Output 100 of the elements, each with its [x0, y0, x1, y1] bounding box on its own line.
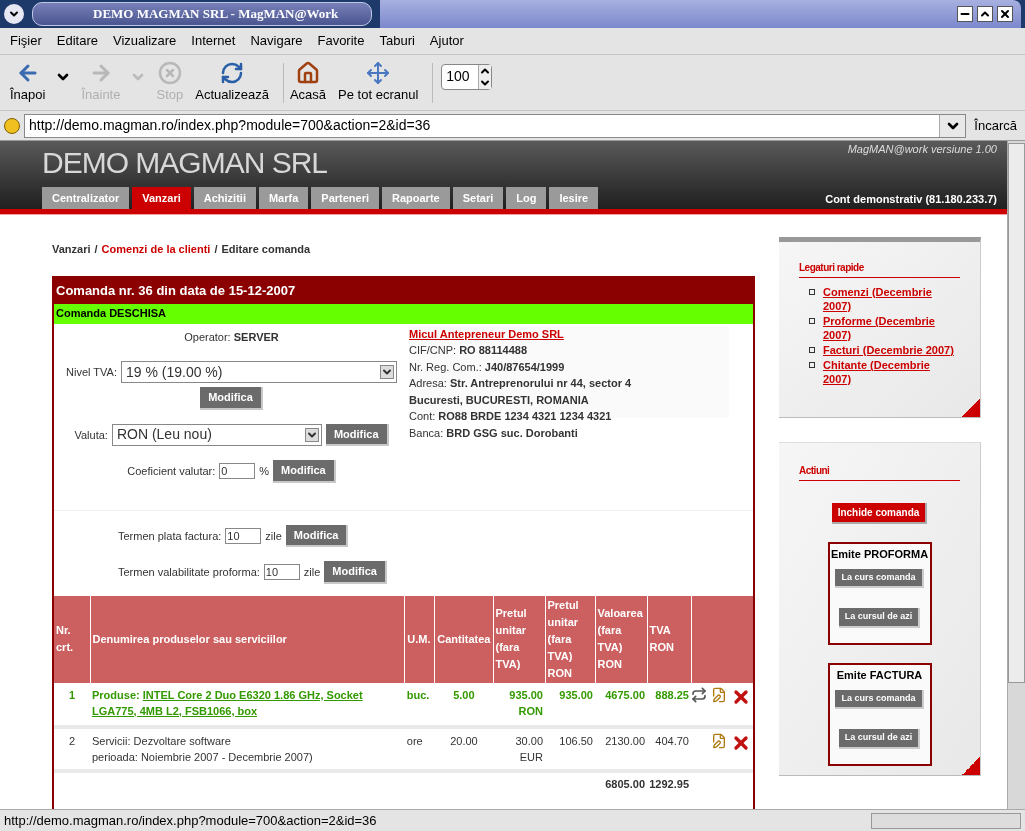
issue-button[interactable]: La curs comanda [835, 568, 924, 588]
address-field[interactable]: http://demo.magman.ro/index.php?module=700&action=2&id=36 [24, 113, 967, 138]
input-field[interactable]: 10 [263, 564, 300, 581]
client-info-line: Nr. Reg. Com.: J40/87654/1999 [409, 359, 566, 375]
issue-button[interactable]: La curs comanda [835, 689, 924, 709]
table-cell: 404.70 [647, 726, 691, 771]
scrollbar[interactable] [1007, 141, 1025, 809]
convert-icon[interactable] [691, 686, 707, 703]
menu-item[interactable]: Vizualizare [113, 31, 177, 51]
group-title: Emite PROFORMA [830, 547, 929, 562]
table-cell: 4675.00 [595, 682, 647, 727]
window-menu-icon[interactable] [4, 4, 24, 24]
select-field[interactable]: RON (Leu nou) [111, 423, 322, 446]
menu-item[interactable]: Editare [56, 31, 98, 51]
breadcrumb-separator: / [214, 242, 218, 257]
table-cell: 30.00 [515, 734, 543, 747]
input-field[interactable]: 0 [219, 463, 256, 480]
fullscreen-button[interactable]: Pe tot ecranul [336, 60, 421, 105]
order-title: Comanda nr. 36 din data de 15-12-2007 [54, 277, 753, 304]
menu-item[interactable]: Internet [191, 31, 236, 51]
table-cell: 2 [54, 726, 90, 771]
close-order-button[interactable]: Inchide comanda [831, 503, 928, 524]
currency-label: EUR [519, 750, 543, 763]
column-header: Pretul unitar (fara TVA) RON [545, 595, 595, 683]
unit-label: zile [303, 565, 321, 580]
client-info-line: Cont: RO88 BRDE 1234 4321 1234 4321 [409, 409, 613, 424]
minimize-icon[interactable] [957, 6, 973, 22]
quick-link[interactable]: Chitante (Decembrie 2007) [823, 358, 960, 386]
nav-tab[interactable]: Vanzari [132, 187, 191, 209]
panel-heading: Actiuni [799, 463, 960, 481]
field-label: Valuta: [74, 427, 108, 443]
item-period: perioada: Noiembrie 2007 - Decembrie 2007) [92, 750, 313, 763]
menu-item[interactable]: Fişier [10, 31, 42, 51]
fullscreen-icon [366, 60, 391, 85]
home-button[interactable]: Acasă [287, 60, 329, 105]
edit-icon[interactable] [711, 686, 727, 703]
column-header: TVA RON [647, 595, 691, 683]
modify-button[interactable]: Modifica [324, 561, 387, 584]
operator-value: SERVER [233, 330, 279, 343]
dropdown-caret-icon[interactable] [379, 365, 394, 379]
history-caret-icon[interactable] [939, 114, 966, 137]
select-field[interactable]: 19 % (19.00 %) [120, 361, 397, 383]
column-header: Cantitatea [434, 595, 493, 683]
operator-label: Operator: [184, 330, 232, 343]
modify-button[interactable]: Modifica [325, 423, 389, 446]
home-icon [296, 60, 320, 85]
menu-item[interactable]: Ajutor [429, 31, 464, 51]
column-header: Nr. crt. [54, 595, 90, 683]
client-info-line: Bucuresti, BUCURESTI, ROMANIA [409, 392, 590, 408]
client-name-link[interactable]: Micul Antepreneur Demo SRL [409, 325, 729, 342]
modify-button[interactable]: Modifica [285, 524, 349, 547]
menu-item[interactable]: Favorite [317, 31, 365, 51]
site-icon [4, 117, 20, 134]
menu-item[interactable]: Navigare [250, 31, 303, 51]
group-title: Emite FACTURA [836, 668, 923, 683]
stop-icon [157, 60, 182, 85]
menu-item[interactable]: Taburi [379, 31, 415, 51]
bullet-icon [809, 318, 815, 324]
column-header: U.M. [404, 595, 435, 683]
total-value: 6805.00 [595, 770, 647, 797]
order-status: Comanda DESCHISA [54, 303, 753, 324]
table-cell: 1 [54, 682, 90, 727]
load-button[interactable]: Încarcă [970, 115, 1021, 136]
breadcrumb-link[interactable]: Comenzi de la clienti [101, 241, 211, 258]
client-info-line: Banca: BRD GSG suc. Dorobanti [409, 425, 579, 441]
quick-link[interactable]: Comenzi (Decembrie 2007) [823, 285, 960, 313]
edit-icon[interactable] [711, 732, 727, 749]
modify-button[interactable]: Modifica [273, 460, 336, 483]
reload-button[interactable]: Actualizează [193, 60, 271, 105]
table-cell: 106.50 [545, 726, 595, 771]
table-cell: 935.00 [509, 688, 543, 701]
back-button[interactable]: Înapoi [8, 60, 48, 105]
currency-label: RON [518, 704, 543, 717]
breadcrumb-separator: / [94, 242, 98, 257]
field-label: Nivel TVA: [66, 364, 117, 380]
column-header: Valoarea (fara TVA) RON [595, 595, 647, 683]
table-cell: 20.00 [434, 726, 493, 771]
table-cell: 5.00 [434, 682, 493, 727]
version-label: MagMAN@work versiune 1.00 [847, 142, 997, 157]
client-info-line: Adresa: Str. Antreprenorului nr 44, sector 4 [409, 376, 633, 391]
table-cell: ore [404, 726, 435, 771]
issue-button[interactable]: La cursul de azi [838, 729, 921, 749]
zoom-spinner[interactable]: 100 [441, 63, 493, 90]
status-text: http://demo.magman.ro/index.php?module=700&action=2&id=36 [4, 811, 378, 830]
breadcrumb-item: Vanzari [52, 242, 91, 257]
quick-link[interactable]: Facturi (Decembrie 2007) [823, 343, 954, 357]
column-header: Denumirea produselor sau serviciilor [90, 595, 405, 683]
input-field[interactable]: 10 [225, 527, 262, 544]
issue-button[interactable]: La cursul de azi [838, 608, 921, 628]
column-header: Pretul unitar (fara TVA) [493, 595, 545, 683]
dropdown-caret-icon[interactable] [304, 427, 319, 442]
field-label: Termen plata factura: [118, 528, 222, 544]
unit-label: zile [265, 528, 282, 544]
item-description[interactable]: Produse: INTEL Core 2 Duo E6320 1.86 GHz, Socket LGA775, 4MB L2, FSB1066, box [92, 686, 403, 719]
maximize-icon[interactable] [977, 6, 993, 22]
modify-button[interactable]: Modifica [200, 387, 263, 410]
close-icon[interactable] [997, 6, 1013, 22]
field-label: Coeficient valutar: [127, 464, 216, 479]
quick-link[interactable]: Proforme (Decembrie 2007) [823, 314, 960, 342]
field-label: Termen valabilitate proforma: [118, 565, 260, 580]
